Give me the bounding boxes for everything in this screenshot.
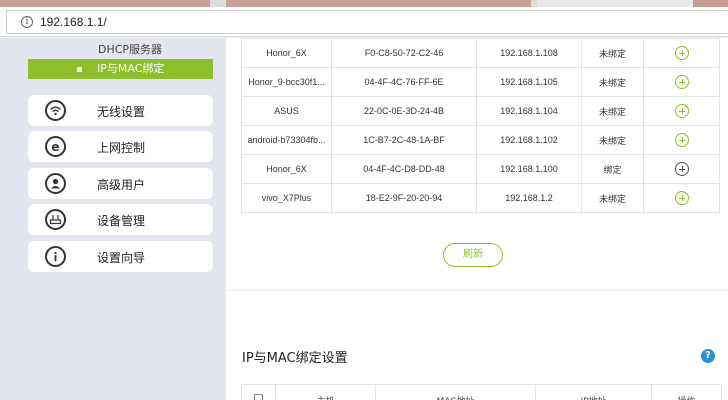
add-binding-icon[interactable] bbox=[674, 162, 689, 176]
table-row: Honor_6X 04-4F-4C-D8-DD-48 192.168.1.100 绑定 bbox=[241, 154, 720, 184]
ip-address-cell: 192.168.1.104 bbox=[476, 96, 582, 126]
sidebar-item-label: 上网控制 bbox=[97, 141, 146, 155]
section-divider bbox=[226, 289, 728, 291]
sidebar-item-label: 高级用户 bbox=[97, 178, 146, 192]
ip-address-cell: 192.168.1.105 bbox=[476, 67, 582, 97]
info-icon[interactable]: i bbox=[21, 16, 33, 28]
sidebar-item-internet-control[interactable]: e 上网控制 bbox=[28, 131, 213, 162]
bullet-icon bbox=[77, 67, 82, 72]
ip-address-cell: 192.168.1.100 bbox=[476, 154, 582, 184]
device-name-cell: ASUS bbox=[241, 96, 332, 126]
select-all-cell bbox=[241, 384, 276, 400]
browser-tab-active[interactable] bbox=[537, 0, 693, 7]
ip-address-cell: 192.168.1.102 bbox=[476, 125, 582, 155]
mac-address-cell: 04-4F-4C-D8-DD-48 bbox=[331, 154, 477, 184]
binding-status-cell: 未绑定 bbox=[581, 125, 644, 155]
binding-status-cell: 未绑定 bbox=[581, 38, 644, 68]
device-name-cell: android-b73304fb... bbox=[241, 125, 332, 155]
select-all-checkbox[interactable] bbox=[254, 394, 263, 400]
device-name-cell: Honor_9-bcc30f1... bbox=[241, 67, 332, 97]
sidebar-item-advanced-user[interactable]: 高级用户 bbox=[28, 168, 213, 199]
wifi-icon bbox=[45, 100, 66, 121]
column-header: MAC地址 bbox=[375, 384, 536, 400]
add-binding-icon[interactable] bbox=[674, 46, 689, 60]
action-cell bbox=[643, 125, 720, 155]
browser-tab[interactable] bbox=[0, 0, 210, 7]
refresh-button[interactable]: 刷新 bbox=[443, 243, 503, 267]
mac-address-cell: 1C-B7-2C-48-1A-BF bbox=[331, 125, 477, 155]
action-cell bbox=[643, 96, 720, 126]
table-row: android-b73304fb... 1C-B7-2C-48-1A-BF 192.… bbox=[241, 125, 720, 155]
user-icon bbox=[45, 173, 66, 194]
sidebar-item-ip-mac-binding[interactable]: IP与MAC绑定 bbox=[28, 59, 213, 79]
sidebar-item-wireless[interactable]: 无线设置 bbox=[28, 95, 213, 126]
table-row: Honor_9-bcc30f1... 04-4F-4C-76-FF-6E 192.1… bbox=[241, 67, 720, 97]
url-input[interactable]: i 192.168.1.1/ bbox=[6, 10, 728, 34]
device-name-cell: Honor_6X bbox=[241, 38, 332, 68]
device-name-cell: vivo_X7Plus bbox=[241, 183, 332, 213]
main-content: Honor_6X F0-C8-50-72-C2-46 192.168.1.108 未绑… bbox=[226, 38, 728, 400]
sidebar-item-dhcp-server[interactable]: DHCP服务器 bbox=[28, 40, 213, 60]
mac-address-cell: 04-4F-4C-76-FF-6E bbox=[331, 67, 477, 97]
binding-status-cell: 未绑定 bbox=[581, 67, 644, 97]
mac-address-cell: 22-0C-0E-3D-24-4B bbox=[331, 96, 477, 126]
sidebar-item-device-management[interactable]: 设备管理 bbox=[28, 204, 213, 235]
column-header: 操作 bbox=[651, 384, 722, 400]
add-binding-icon[interactable] bbox=[674, 133, 689, 147]
info-icon bbox=[45, 246, 66, 267]
sidebar-item-label: IP与MAC绑定 bbox=[97, 62, 165, 75]
action-cell bbox=[643, 38, 720, 68]
section-title: IP与MAC绑定设置 bbox=[242, 351, 348, 366]
device-binding-table: Honor_6X F0-C8-50-72-C2-46 192.168.1.108 未绑… bbox=[241, 38, 720, 213]
binding-status-cell: 未绑定 bbox=[581, 183, 644, 213]
device-name-cell: Honor_6X bbox=[241, 154, 332, 184]
sidebar-item-label: 设置向导 bbox=[97, 251, 146, 265]
table-header-row: 主机 MAC地址 IP地址 操作 bbox=[241, 384, 722, 400]
url-text: 192.168.1.1/ bbox=[40, 15, 107, 29]
sidebar-item-label: 设备管理 bbox=[97, 214, 146, 228]
ip-address-cell: 192.168.1.108 bbox=[476, 38, 582, 68]
internet-explorer-icon: e bbox=[45, 136, 66, 157]
table-row: Honor_6X F0-C8-50-72-C2-46 192.168.1.108 未绑… bbox=[241, 38, 720, 68]
table-row: ASUS 22-0C-0E-3D-24-4B 192.168.1.104 未绑定 bbox=[241, 96, 720, 126]
add-binding-icon[interactable] bbox=[674, 104, 689, 118]
add-binding-icon[interactable] bbox=[674, 75, 689, 89]
browser-tab[interactable] bbox=[693, 0, 728, 7]
browser-tab[interactable] bbox=[226, 0, 531, 7]
binding-status-cell: 未绑定 bbox=[581, 96, 644, 126]
column-header: IP地址 bbox=[535, 384, 652, 400]
browser-tab-strip bbox=[0, 0, 728, 7]
sidebar-item-label: DHCP服务器 bbox=[98, 43, 163, 56]
ip-address-cell: 192.168.1.2 bbox=[476, 183, 582, 213]
router-icon bbox=[45, 209, 66, 230]
binding-status-cell: 绑定 bbox=[581, 154, 644, 184]
address-bar: i 192.168.1.1/ bbox=[0, 7, 728, 37]
mac-address-cell: 18-E2-9F-20-20-94 bbox=[331, 183, 477, 213]
mac-address-cell: F0-C8-50-72-C2-46 bbox=[331, 38, 477, 68]
sidebar-item-label: 无线设置 bbox=[97, 105, 146, 119]
action-cell bbox=[643, 183, 720, 213]
help-icon[interactable]: ? bbox=[701, 349, 715, 363]
column-header: 主机 bbox=[275, 384, 376, 400]
action-cell bbox=[643, 67, 720, 97]
table-row: vivo_X7Plus 18-E2-9F-20-20-94 192.168.1.2 未… bbox=[241, 183, 720, 213]
sidebar-item-setup-wizard[interactable]: 设置向导 bbox=[28, 241, 213, 272]
svg-text:e: e bbox=[51, 140, 59, 154]
binding-settings-table: 主机 MAC地址 IP地址 操作 bbox=[241, 384, 722, 400]
add-binding-icon[interactable] bbox=[674, 191, 689, 205]
sidebar: DHCP服务器 IP与MAC绑定 无线设置 e 上网控制 高级用户 设备管理 设… bbox=[0, 38, 226, 400]
action-cell bbox=[643, 154, 720, 184]
